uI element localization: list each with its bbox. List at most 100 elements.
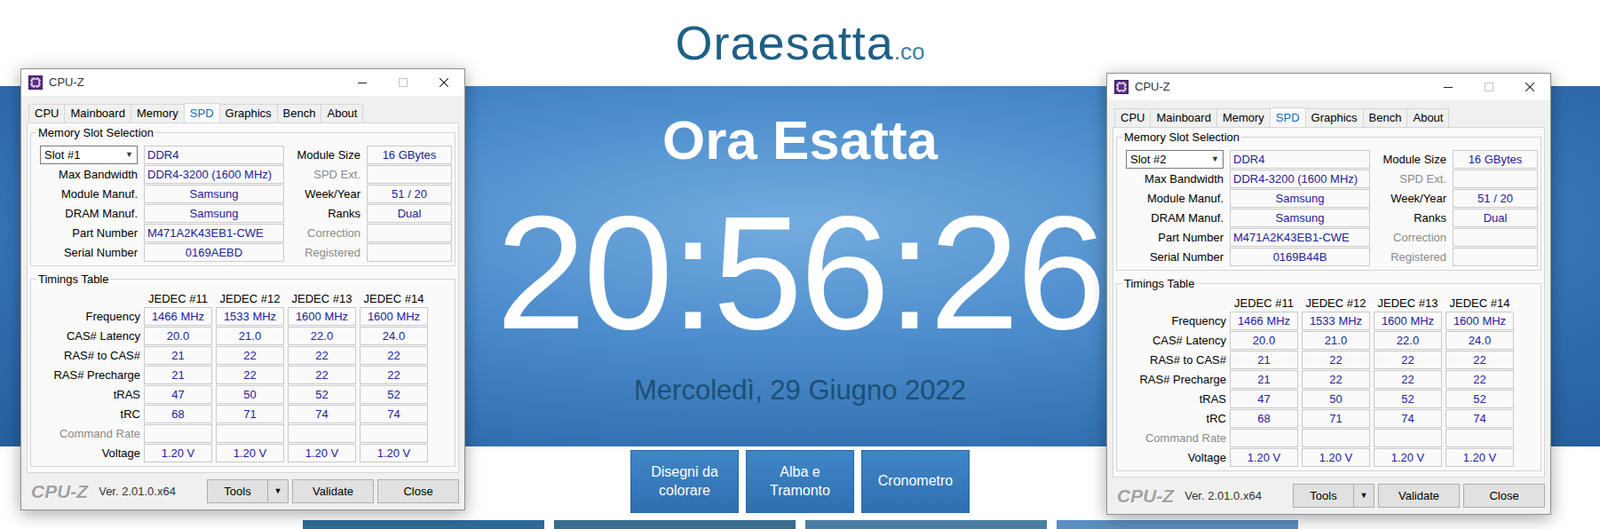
field-label: Module Size (290, 145, 361, 165)
column-header: JEDEC #14 (1445, 296, 1514, 311)
field-value: 51 / 20 (1452, 189, 1538, 208)
field-label: Registered (290, 243, 361, 262)
tab[interactable]: Mainboard (63, 103, 131, 123)
memory-type-field: DDR4 (143, 145, 285, 165)
tab[interactable]: Mainboard (1149, 108, 1217, 127)
tab[interactable]: Memory (130, 103, 185, 123)
close-button[interactable] (1509, 73, 1551, 101)
slot-info-grid: Slot #2▼DDR4Module Size16 GBytesMax Band… (1125, 150, 1537, 267)
timing-value: 74 (359, 404, 428, 424)
group-title: Timings Table (36, 272, 111, 286)
field-value (1452, 228, 1538, 247)
clock-time: 20:56:26 (496, 191, 1104, 354)
site-nav-button[interactable]: Disegni da colorare (630, 450, 739, 514)
tools-button-label[interactable]: Tools (1292, 483, 1355, 508)
timing-value: 52 (1445, 389, 1514, 409)
field-label: Registered (1376, 247, 1447, 267)
timing-label: CAS# Latency (39, 326, 141, 346)
column-header: JEDEC #12 (1301, 296, 1371, 311)
tab[interactable]: SPD (183, 102, 221, 123)
tab[interactable]: About (1406, 108, 1450, 127)
timing-value: 74 (1373, 409, 1442, 428)
slot-select-value: Slot #1 (40, 146, 122, 164)
timing-value: 22 (1373, 350, 1442, 370)
timing-value: 22 (1373, 370, 1442, 389)
close-button[interactable] (423, 69, 465, 96)
field-value: 0169B44B (1229, 247, 1371, 267)
field-label: DRAM Manuf. (1125, 208, 1224, 228)
tab[interactable]: SPD (1269, 107, 1307, 127)
close-icon (439, 78, 449, 88)
memory-type-field: DDR4 (1229, 150, 1371, 169)
window-footer: CPU-ZVer. 2.01.0.x64Tools▼ValidateClose (21, 473, 465, 510)
timing-value: 22 (1301, 370, 1371, 389)
tab[interactable]: Bench (277, 103, 323, 123)
timing-value: 52 (1373, 389, 1442, 409)
timing-value: 47 (1229, 389, 1299, 409)
site-logo[interactable]: Oraesatta.co (675, 16, 926, 70)
footer-button[interactable]: Validate (1378, 483, 1460, 508)
timing-value: 1600 MHz (287, 307, 357, 326)
spd-panel: Memory Slot SelectionSlot #1▼DDR4Module … (26, 122, 460, 474)
clock-date: Mercoledì, 29 Giugno 2022 (633, 376, 967, 404)
timing-value: 71 (1301, 409, 1371, 428)
group-title: Memory Slot Selection (1122, 130, 1242, 144)
field-value: Samsung (1229, 208, 1371, 228)
tab[interactable]: Graphics (219, 103, 278, 123)
timing-value: 1600 MHz (359, 307, 428, 326)
site-nav-button[interactable]: Cronometro (861, 450, 970, 514)
timing-value: 1.20 V (359, 443, 428, 463)
window-controls (1427, 73, 1551, 101)
thumbnail-image[interactable] (302, 520, 545, 529)
title-bar[interactable]: CPU-Z (21, 69, 465, 96)
spd-panel: Memory Slot SelectionSlot #2▼DDR4Module … (1112, 126, 1545, 478)
timing-value: 1533 MHz (215, 307, 285, 326)
field-value: DDR4-3200 (1600 MHz) (1229, 169, 1371, 189)
tab[interactable]: CPU (28, 103, 65, 123)
field-value: 51 / 20 (366, 184, 452, 204)
timing-label: tRAS (1125, 389, 1227, 409)
timing-value: 22 (359, 346, 428, 365)
timing-value: 24.0 (1445, 331, 1514, 350)
thumbnail-image[interactable] (1056, 520, 1299, 529)
timing-value: 52 (359, 385, 428, 404)
tools-button[interactable]: Tools▼ (1292, 483, 1375, 508)
title-bar[interactable]: CPU-Z (1107, 73, 1551, 101)
tab[interactable]: About (320, 103, 364, 123)
cpuz-app-icon (28, 75, 43, 90)
thumbnail-image[interactable] (554, 520, 796, 529)
thumbnail-image[interactable] (805, 520, 1047, 529)
tab[interactable]: CPU (1114, 108, 1151, 127)
timings-group: Timings TableJEDEC #11JEDEC #12JEDEC #13… (30, 278, 456, 468)
footer-button[interactable]: Validate (292, 479, 374, 504)
tab[interactable]: Bench (1362, 108, 1409, 127)
timing-value: 50 (215, 385, 285, 404)
maximize-button (382, 69, 424, 96)
footer-button[interactable]: Close (377, 479, 460, 504)
timing-value: 1.20 V (215, 443, 285, 463)
site-nav-button[interactable]: Alba e Tramonto (745, 450, 855, 514)
minimize-button[interactable] (1427, 73, 1469, 101)
field-label: Week/Year (1376, 189, 1447, 208)
footer-button[interactable]: Close (1463, 483, 1545, 508)
timings-table: JEDEC #11JEDEC #12JEDEC #13JEDEC #14Freq… (1125, 296, 1537, 468)
timing-label: CAS# Latency (1125, 331, 1227, 350)
tab[interactable]: Graphics (1305, 108, 1364, 127)
tab[interactable]: Memory (1216, 108, 1271, 127)
field-label: Part Number (39, 223, 138, 243)
slot-select[interactable]: Slot #2▼ (1125, 150, 1224, 169)
dropdown-arrow-icon[interactable]: ▼ (1354, 483, 1375, 508)
thumbnail-row (0, 520, 1600, 529)
field-value: Samsung (143, 184, 285, 204)
version-label: Ver. 2.01.0.x64 (1184, 489, 1262, 504)
timing-label: RAS# Precharge (1125, 370, 1227, 389)
timing-value: 1.20 V (287, 443, 357, 463)
tools-button-label[interactable]: Tools (206, 479, 269, 504)
clock-heading: Ora Esatta (662, 112, 938, 168)
field-value: Samsung (1229, 189, 1371, 208)
field-label: Serial Number (1125, 247, 1224, 267)
minimize-button[interactable] (341, 69, 383, 96)
dropdown-arrow-icon[interactable]: ▼ (268, 479, 289, 504)
slot-select[interactable]: Slot #1▼ (39, 145, 138, 165)
tools-button[interactable]: Tools▼ (206, 479, 289, 504)
